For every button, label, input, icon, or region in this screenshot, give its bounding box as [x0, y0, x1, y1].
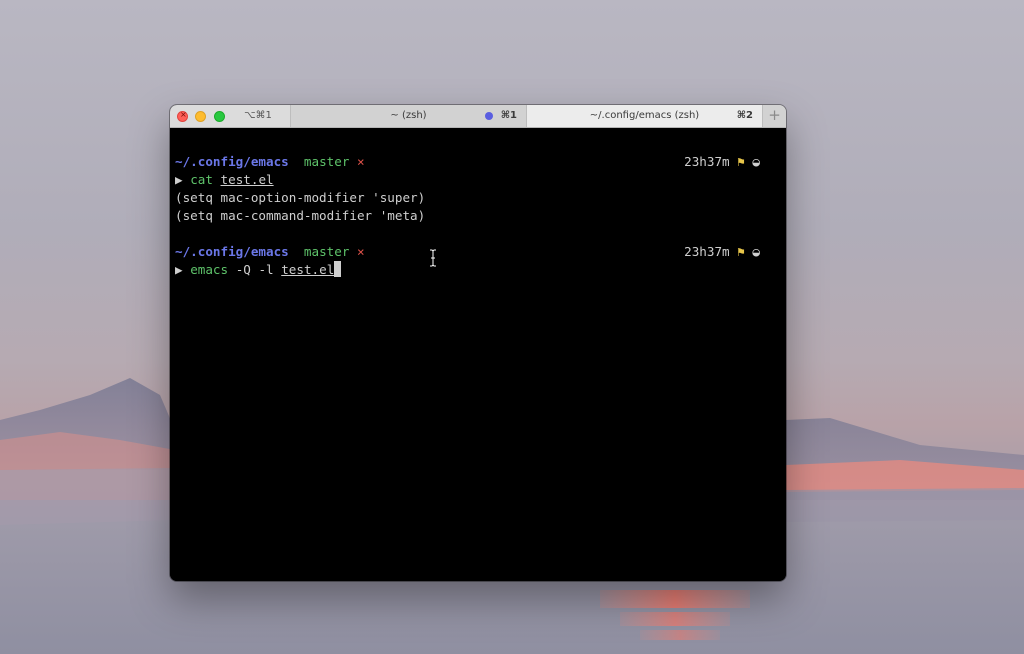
prompt-path: ~/.config/emacs — [175, 154, 289, 169]
output-line: (setq mac-option-modifier 'super) — [175, 190, 426, 205]
command-argument: test.el — [281, 262, 335, 277]
half-circle-icon: ◒ — [752, 154, 760, 169]
new-tab-button[interactable]: + — [762, 105, 786, 127]
ibeam-cursor-icon — [430, 249, 436, 267]
close-window-button[interactable]: × — [177, 110, 188, 122]
prompt-right-status: 23h37m ⚑ ◒ — [684, 243, 760, 261]
prompt-path: ~/.config/emacs — [175, 244, 289, 259]
tab-shortcut: ⌘2 — [736, 110, 753, 121]
tab-shortcut: ⌘1 — [500, 110, 517, 121]
window-shortcut: ⌥⌘1 — [244, 110, 272, 121]
prompt-arrow-icon: ▶ — [175, 262, 183, 277]
prompt-line: ~/.config/emacs master × — [175, 243, 365, 261]
flag-icon: ⚑ — [737, 244, 745, 259]
terminal-window: × ⌥⌘1 ~ (zsh) ⌘1 ~/.config/emacs (zsh) ⌘… — [170, 105, 786, 581]
command-name: emacs — [190, 262, 229, 277]
flag-icon: ⚑ — [737, 154, 745, 169]
terminal-content[interactable]: ~/.config/emacs master × 23h37m ⚑ ◒ ▶ ca… — [170, 128, 786, 581]
prompt-line: ~/.config/emacs master × — [175, 153, 365, 171]
maximize-window-button[interactable] — [214, 111, 225, 122]
minimize-window-button[interactable] — [195, 111, 206, 122]
close-icon: × — [180, 110, 187, 119]
command-line[interactable]: ▶ emacs -Q -l test.el — [175, 261, 342, 279]
command-line: ▶ cat test.el — [175, 171, 274, 189]
prompt-arrow-icon: ▶ — [175, 172, 183, 187]
text-cursor — [334, 261, 342, 277]
tab-title: ~/.config/emacs (zsh) — [589, 110, 700, 121]
tab-bar: × ⌥⌘1 ~ (zsh) ⌘1 ~/.config/emacs (zsh) ⌘… — [170, 105, 786, 128]
tab-zsh-home[interactable]: ~ (zsh) ⌘1 — [290, 105, 526, 127]
git-dirty-mark: × — [357, 244, 365, 259]
command-flags: -Q -l — [235, 262, 274, 277]
git-dirty-mark: × — [357, 154, 365, 169]
half-circle-icon: ◒ — [752, 244, 760, 259]
elapsed-time: 23h37m — [684, 244, 730, 259]
activity-dot-icon — [485, 112, 493, 120]
git-branch: master — [303, 244, 350, 259]
command-argument: test.el — [220, 172, 274, 187]
prompt-right-status: 23h37m ⚑ ◒ — [684, 153, 760, 171]
git-branch: master — [303, 154, 350, 169]
tab-zsh-emacs-config[interactable]: ~/.config/emacs (zsh) ⌘2 — [526, 105, 762, 127]
elapsed-time: 23h37m — [684, 154, 730, 169]
output-line: (setq mac-command-modifier 'meta) — [175, 208, 426, 223]
command-name: cat — [190, 172, 213, 187]
